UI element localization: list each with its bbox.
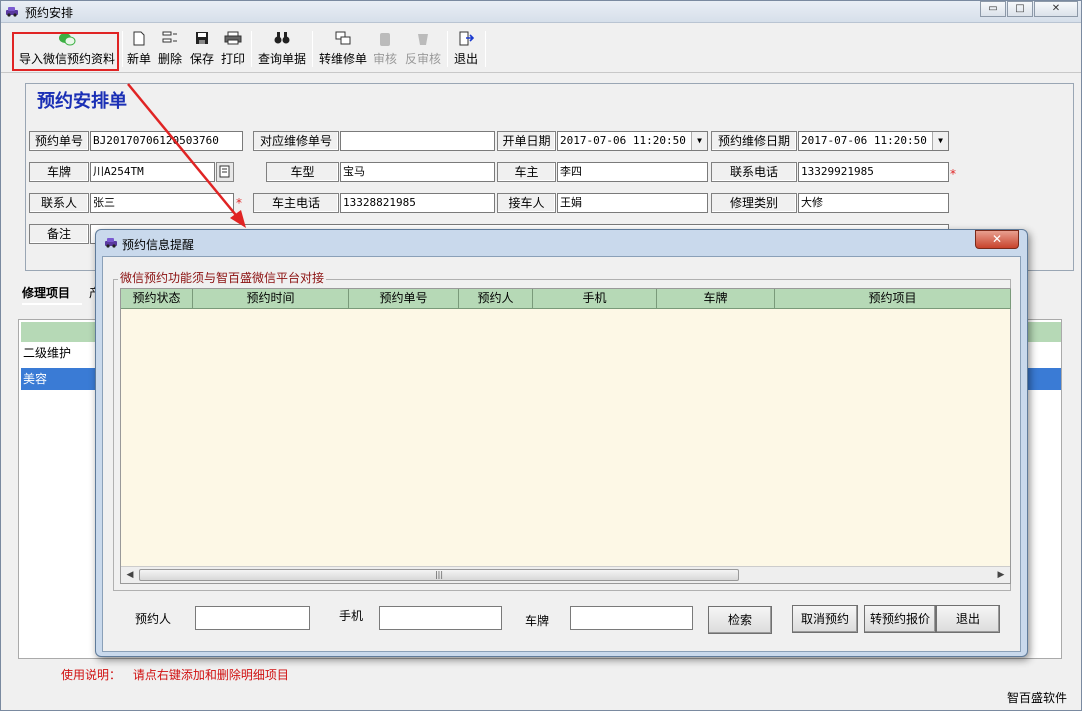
column-header[interactable]: 预约状态 xyxy=(121,289,193,309)
binoculars-icon xyxy=(256,31,308,49)
repair-date-label: 预约维修日期 xyxy=(711,131,797,151)
convert-icon xyxy=(317,31,369,49)
delete-button[interactable]: 删除 xyxy=(157,31,183,69)
dialog-title: 预约信息提醒 xyxy=(122,238,195,252)
dialog-exit-button[interactable]: 退出 xyxy=(936,605,1000,633)
booking-table: 预约状态 预约时间 预约单号 预约人 手机 车牌 预约项目 ◀ ||| ▶ xyxy=(120,288,1011,584)
convert-quote-button[interactable]: 转预约报价 xyxy=(864,605,936,633)
open-date-label: 开单日期 xyxy=(497,131,556,151)
exit-door-icon xyxy=(452,31,480,49)
contact-field[interactable]: 张三 xyxy=(90,193,234,213)
toolbar-divider xyxy=(485,31,486,67)
column-header[interactable]: 预约单号 xyxy=(349,289,459,309)
search-button[interactable]: 检索 xyxy=(708,606,772,634)
new-button[interactable]: 新单 xyxy=(126,31,152,69)
chevron-down-icon[interactable]: ▼ xyxy=(691,132,707,150)
receiver-label: 接车人 xyxy=(497,193,556,213)
toolbar: 导入微信预约资料 新单 删除 保存 打印 查询单据 转维修单 审核 反审核 退出 xyxy=(1,25,1081,73)
model-field[interactable]: 宝马 xyxy=(340,162,495,182)
repair-no-label: 对应维修单号 xyxy=(253,131,339,151)
new-doc-icon xyxy=(126,31,152,49)
maximize-button[interactable]: □ xyxy=(1007,1,1033,17)
toolbar-divider xyxy=(447,31,448,67)
usage-note: 使用说明： 请点右键添加和删除明细项目 xyxy=(61,666,289,683)
unaudit-icon xyxy=(404,31,442,49)
booking-no-field[interactable]: BJ20170706120503760 xyxy=(90,131,243,151)
model-label: 车型 xyxy=(266,162,339,182)
usage-text: 请点右键添加和删除明细项目 xyxy=(132,668,289,682)
owner-field[interactable]: 李四 xyxy=(557,162,708,182)
scroll-right-icon[interactable]: ▶ xyxy=(994,568,1008,582)
required-mark: * xyxy=(236,196,242,210)
owner-phone-label: 车主电话 xyxy=(253,193,339,213)
car-icon xyxy=(6,7,18,17)
car-icon xyxy=(105,238,117,248)
column-header[interactable]: 预约人 xyxy=(459,289,533,309)
booking-no-label: 预约单号 xyxy=(29,131,89,151)
query-button[interactable]: 查询单据 xyxy=(256,31,308,69)
person-filter-label: 预约人 xyxy=(135,612,172,626)
floppy-icon xyxy=(189,31,215,49)
open-date-value: 2017-07-06 11:20:50 xyxy=(560,134,686,147)
open-date-field[interactable]: 2017-07-06 11:20:50 ▼ xyxy=(557,131,708,151)
delete-rows-icon xyxy=(157,31,183,49)
booking-reminder-dialog: 预约信息提醒 ✕ 微信预约功能须与智百盛微信平台对接 预约状态 预约时间 预约单… xyxy=(95,229,1028,657)
receiver-field[interactable]: 王娟 xyxy=(557,193,708,213)
cancel-booking-button[interactable]: 取消预约 xyxy=(792,605,858,633)
toolbar-divider xyxy=(251,31,252,67)
owner-label: 车主 xyxy=(497,162,556,182)
repair-date-value: 2017-07-06 11:20:50 xyxy=(801,134,927,147)
owner-phone-field[interactable]: 13328821985 xyxy=(340,193,495,213)
unaudit-button[interactable]: 反审核 xyxy=(404,31,442,69)
column-header[interactable]: 车牌 xyxy=(657,289,775,309)
horizontal-scrollbar[interactable]: ◀ ||| ▶ xyxy=(121,566,1010,583)
chevron-down-icon[interactable]: ▼ xyxy=(932,132,948,150)
form-title: 预约安排单 xyxy=(37,91,127,112)
plate-filter-label: 车牌 xyxy=(525,614,550,628)
column-header[interactable]: 预约时间 xyxy=(193,289,349,309)
column-header[interactable]: 手机 xyxy=(533,289,657,309)
usage-label: 使用说明： xyxy=(61,668,122,682)
dialog-body: 微信预约功能须与智百盛微信平台对接 预约状态 预约时间 预约单号 预约人 手机 … xyxy=(102,256,1021,652)
repair-type-field[interactable]: 大修 xyxy=(798,193,949,213)
audit-button[interactable]: 审核 xyxy=(372,31,398,69)
plate-label: 车牌 xyxy=(29,162,89,182)
group-title: 微信预约功能须与智百盛微信平台对接 xyxy=(118,269,327,286)
person-filter-input[interactable] xyxy=(195,606,310,630)
print-button[interactable]: 打印 xyxy=(220,31,246,69)
dialog-close-button[interactable]: ✕ xyxy=(975,230,1019,249)
close-button[interactable]: ✕ xyxy=(1034,1,1078,17)
repair-no-field[interactable] xyxy=(340,131,495,151)
plate-filter-input[interactable] xyxy=(570,606,693,630)
window-title: 预约安排 xyxy=(25,6,74,20)
minimize-button[interactable]: ▭ xyxy=(980,1,1006,17)
repair-type-label: 修理类别 xyxy=(711,193,797,213)
tab-repair-items[interactable]: 修理项目 xyxy=(22,283,82,305)
phone-field[interactable]: 13329921985 xyxy=(798,162,949,182)
scroll-thumb[interactable]: ||| xyxy=(139,569,739,581)
scroll-left-icon[interactable]: ◀ xyxy=(123,568,137,582)
remark-label: 备注 xyxy=(29,224,89,244)
repair-date-field[interactable]: 2017-07-06 11:20:50 ▼ xyxy=(798,131,949,151)
contact-label: 联系人 xyxy=(29,193,89,213)
brand-label: 智百盛软件 xyxy=(1006,691,1067,705)
exit-button[interactable]: 退出 xyxy=(452,31,480,69)
audit-icon xyxy=(372,31,398,49)
title-bar: 预约安排 ▭ □ ✕ xyxy=(1,1,1081,23)
printer-icon xyxy=(220,31,246,49)
required-mark: * xyxy=(950,167,956,181)
plate-lookup-button[interactable] xyxy=(216,162,234,182)
save-button[interactable]: 保存 xyxy=(189,31,215,69)
column-header[interactable]: 预约项目 xyxy=(775,289,1011,309)
phone-filter-input[interactable] xyxy=(379,606,502,630)
convert-repair-button[interactable]: 转维修单 xyxy=(317,31,369,69)
phone-label: 联系电话 xyxy=(711,162,797,182)
toolbar-divider xyxy=(122,31,123,67)
toolbar-divider xyxy=(312,31,313,67)
highlight-box xyxy=(12,32,119,71)
plate-field[interactable]: 川A254TM xyxy=(90,162,215,182)
lookup-icon xyxy=(219,165,230,178)
phone-filter-label: 手机 xyxy=(339,609,364,623)
